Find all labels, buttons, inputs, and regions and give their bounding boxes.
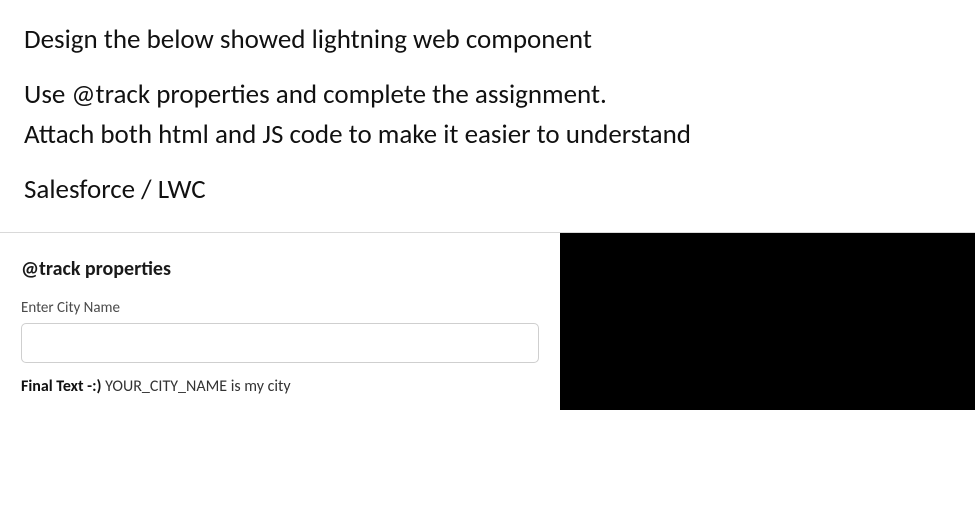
lwc-card: @track properties Enter City Name Final … xyxy=(0,233,560,410)
example-row: @track properties Enter City Name Final … xyxy=(0,232,975,410)
final-text-line: Final Text -:) YOUR_CITY_NAME is my city xyxy=(21,377,539,396)
instruction-line-4: Salesforce / LWC xyxy=(24,170,951,211)
final-text-label: Final Text -:) xyxy=(21,377,105,396)
city-input[interactable] xyxy=(21,323,539,363)
city-input-label: Enter City Name xyxy=(21,299,539,317)
final-text-value: YOUR_CITY_NAME is my city xyxy=(105,377,291,396)
black-side-panel xyxy=(560,233,975,410)
card-title: @track properties xyxy=(21,257,539,281)
instructions-block: Design the below showed lightning web co… xyxy=(0,0,975,210)
instruction-line-3: Attach both html and JS code to make it … xyxy=(24,115,951,156)
instruction-line-1: Design the below showed lightning web co… xyxy=(24,20,951,61)
instruction-line-2: Use @track properties and complete the a… xyxy=(24,75,951,116)
